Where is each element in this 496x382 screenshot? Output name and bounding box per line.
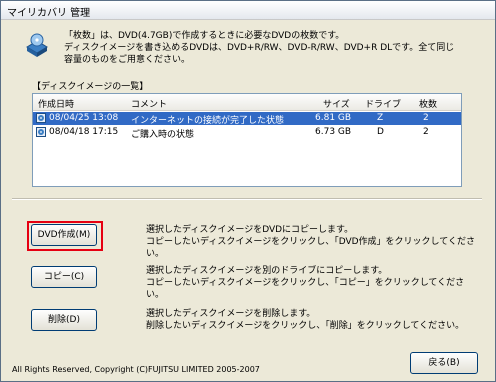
column-comment[interactable]: コメント	[131, 97, 167, 110]
description-line-2: ディスクイメージを書き込めるDVDは、DVD+R/RW、DVD-R/RW、DVD…	[64, 43, 455, 53]
copyright-text: All Rights Reserved, Copyright (C)FUJITS…	[12, 365, 260, 374]
description-text: 「枚数」は、DVD(4.7GB)で作成するときに必要なDVDの枚数です。 ディス…	[64, 30, 484, 66]
disc-image-icon	[36, 127, 46, 137]
cell-drive: D	[377, 127, 384, 137]
table-row[interactable]: 08/04/25 13:08 インターネットの接続が完了した状態 6.81 GB…	[33, 112, 461, 126]
dvd-create-line-2: コピーしたいディスクイメージをクリックし、「DVD作成」をクリックしてください。	[146, 237, 476, 259]
cell-date: 08/04/25 13:08	[49, 113, 119, 123]
my-recovery-window: マイリカバリ 管理 「枚数」は、DVD(4.7GB)で作成するときに必要なDVD…	[0, 0, 496, 382]
cell-count: 2	[423, 127, 429, 137]
dvd-create-button[interactable]: DVD作成(M)	[31, 224, 97, 246]
cell-count: 2	[423, 113, 429, 123]
column-date[interactable]: 作成日時	[38, 97, 74, 110]
cell-comment: ご購入時の状態	[131, 130, 195, 140]
cell-drive: Z	[377, 113, 384, 123]
description-line-3: 容量のものをご用意ください。	[64, 55, 191, 65]
copy-line-1: 選択したディスクイメージを別のドライブにコピーします。	[146, 266, 388, 276]
window-content: 「枚数」は、DVD(4.7GB)で作成するときに必要なDVDの枚数です。 ディス…	[2, 20, 494, 380]
table-row[interactable]: 08/04/18 17:15 ご購入時の状態 6.73 GB D 2	[33, 126, 461, 140]
copy-button[interactable]: コピー(C)	[31, 266, 97, 288]
cell-size: 6.81 GB	[315, 113, 352, 123]
disc-image-icon	[36, 113, 46, 123]
dvd-create-description: 選択したディスクイメージをDVDにコピーします。 コピーしたいディスクイメージを…	[146, 224, 476, 260]
column-count[interactable]: 枚数	[419, 97, 437, 110]
dvd-create-line-1: 選択したディスクイメージをDVDにコピーします。	[146, 225, 354, 235]
delete-description: 選択したディスクイメージを削除します。 削除したいディスクイメージをクリックし、…	[146, 308, 476, 332]
copy-description: 選択したディスクイメージを別のドライブにコピーします。 コピーしたいディスクイメ…	[146, 265, 476, 301]
column-size[interactable]: サイズ	[323, 97, 350, 110]
separator	[12, 198, 482, 200]
cell-date: 08/04/18 17:15	[49, 127, 119, 137]
disk-list-label: 【ディスクイメージの一覧】	[32, 82, 149, 92]
description-line-1: 「枚数」は、DVD(4.7GB)で作成するときに必要なDVDの枚数です。	[64, 31, 345, 41]
copy-line-2: コピーしたいディスクイメージをクリックし、「コピー」をクリックしてください。	[146, 278, 465, 300]
delete-line-2: 削除したいディスクイメージをクリックし、「削除」をクリックしてください。	[146, 321, 465, 331]
delete-button[interactable]: 削除(D)	[31, 309, 97, 331]
list-header: 作成日時 コメント サイズ ドライブ 枚数	[33, 94, 461, 111]
cell-size: 6.73 GB	[315, 127, 352, 137]
cell-comment: インターネットの接続が完了した状態	[131, 116, 285, 126]
column-drive[interactable]: ドライブ	[365, 97, 401, 110]
title-bar: マイリカバリ 管理	[1, 1, 495, 20]
back-button[interactable]: 戻る(B)	[410, 352, 478, 374]
window-title: マイリカバリ 管理	[7, 8, 91, 19]
delete-line-1: 選択したディスクイメージを削除します。	[146, 309, 316, 319]
recovery-disc-icon	[26, 33, 48, 57]
disk-image-list[interactable]: 作成日時 コメント サイズ ドライブ 枚数 08/04/25 13:08 インタ…	[32, 93, 462, 187]
